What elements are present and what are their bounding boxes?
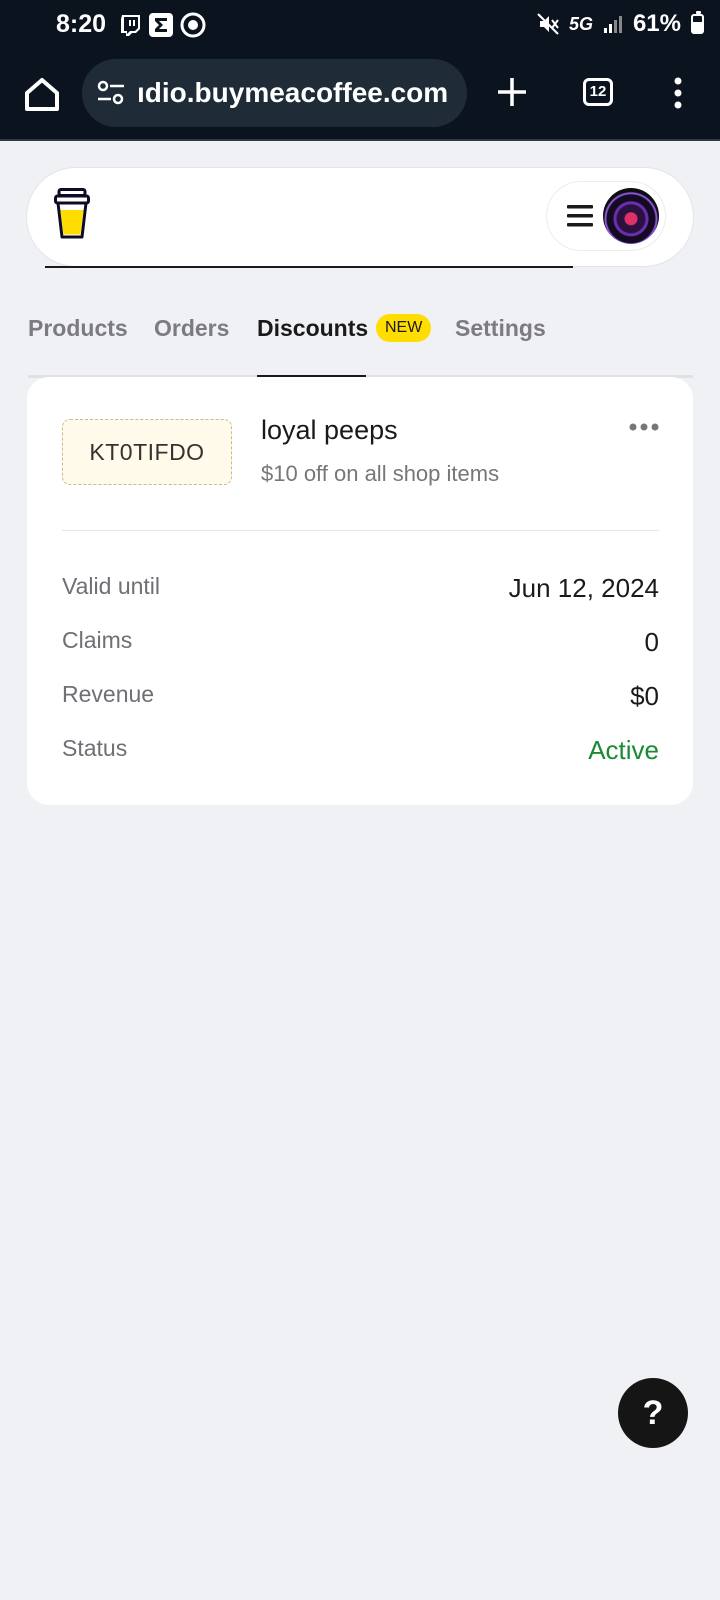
tab-orders[interactable]: Orders <box>154 315 229 342</box>
avatar <box>603 188 659 244</box>
new-tab-icon[interactable] <box>496 76 528 108</box>
site-settings-icon[interactable] <box>96 79 126 107</box>
battery-percent: 61% <box>632 10 681 37</box>
signal-icon <box>603 16 622 33</box>
twitch-icon <box>121 15 140 36</box>
row-label: Valid until <box>62 573 161 599</box>
url-text: ıdio.buymeacoffee.com <box>137 77 449 108</box>
home-icon[interactable] <box>22 74 62 114</box>
site-header <box>27 168 693 266</box>
more-vert-icon[interactable] <box>672 76 684 110</box>
row-label: Revenue <box>62 681 155 707</box>
circle-app-icon <box>180 12 206 38</box>
claims-row: Claims 0 <box>62 627 659 667</box>
discount-description: $10 off on all shop items <box>261 461 500 486</box>
discount-code[interactable]: KT0TIFDO <box>62 419 232 485</box>
discount-card: KT0TIFDO loyal peeps $10 off on all shop… <box>27 377 693 805</box>
sigma-app-icon <box>149 13 173 37</box>
address-bar[interactable]: ıdio.buymeacoffee.com <box>82 59 467 127</box>
status-time: 8:20 <box>56 10 107 38</box>
account-menu-button[interactable] <box>547 182 665 250</box>
studio-tabs: Products Orders Discounts NEW Settings <box>28 305 693 378</box>
row-label: Status <box>62 735 128 761</box>
status-row: Status Active <box>62 735 659 775</box>
valid-until-row: Valid until Jun 12, 2024 <box>62 573 659 613</box>
notification-icons <box>118 12 206 38</box>
mute-icon <box>537 13 559 35</box>
claims-value: 0 <box>644 627 659 657</box>
discount-name: loyal peeps <box>261 415 398 445</box>
row-label: Claims <box>62 627 133 653</box>
tab-settings[interactable]: Settings <box>455 315 546 342</box>
card-divider <box>62 530 659 531</box>
system-icons: 5G 61% <box>537 10 704 38</box>
help-button[interactable]: ? <box>618 1378 688 1448</box>
network-type: 5G <box>568 13 593 34</box>
browser-toolbar: ıdio.buymeacoffee.com 12 <box>0 52 720 141</box>
battery-icon <box>691 11 704 34</box>
revenue-row: Revenue $0 <box>62 681 659 721</box>
new-badge: NEW <box>376 314 432 342</box>
valid-until-value: Jun 12, 2024 <box>508 573 659 603</box>
tab-discounts[interactable]: Discounts <box>257 315 368 342</box>
revenue-value: $0 <box>630 681 659 711</box>
status-badge: Active <box>588 735 659 765</box>
hamburger-icon <box>567 205 593 227</box>
status-bar: 8:20 5G 61% <box>0 0 720 52</box>
buymeacoffee-logo[interactable] <box>54 188 90 240</box>
tab-products[interactable]: Products <box>28 315 128 342</box>
tab-switcher-button[interactable]: 12 <box>583 78 613 106</box>
more-horiz-icon[interactable] <box>629 423 659 431</box>
header-divider <box>45 266 573 268</box>
